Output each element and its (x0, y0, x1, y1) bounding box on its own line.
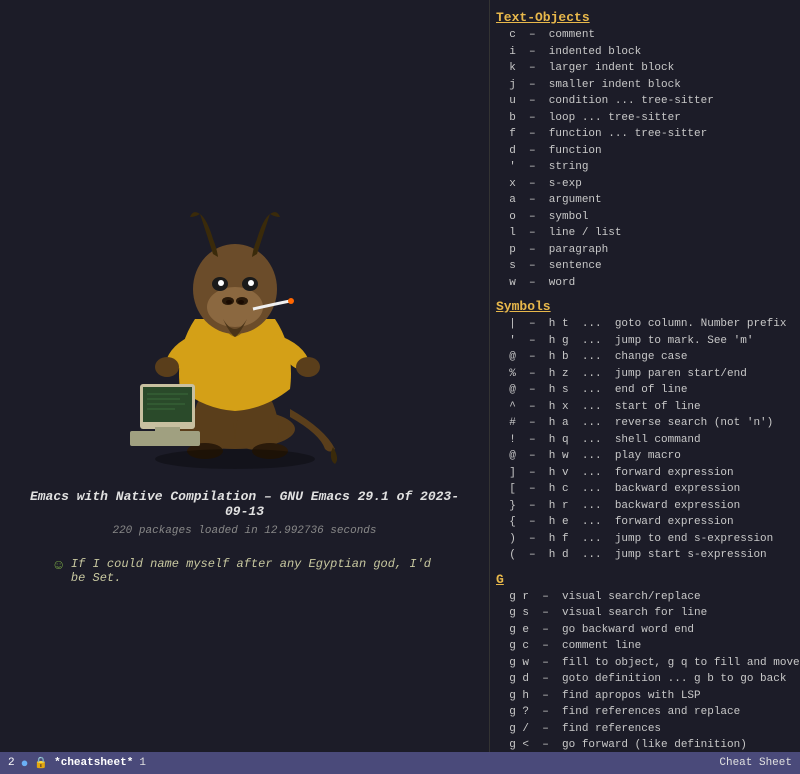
list-item: g r – visual search/replace (496, 589, 794, 606)
status-dot: ● (21, 756, 29, 771)
list-item: f – function ... tree-sitter (496, 126, 794, 143)
list-item: ^ – h x ... start of line (496, 399, 794, 416)
list-item: g / – find references (496, 721, 794, 738)
list-item: d – function (496, 143, 794, 160)
section-list-g: g r – visual search/replace g s – visual… (496, 589, 794, 774)
list-item: [ – h c ... backward expression (496, 481, 794, 498)
list-item: s – sentence (496, 258, 794, 275)
list-item: { – h e ... forward expression (496, 514, 794, 531)
list-item: ( – h d ... jump start s-expression (496, 547, 794, 564)
quote-text: If I could name myself after any Egyptia… (71, 557, 435, 585)
status-right-label: Cheat Sheet (719, 757, 792, 769)
section-title-symbols: Symbols (496, 299, 794, 314)
list-item: g d – goto definition ... g b to go back (496, 671, 794, 688)
list-item: ] – h v ... forward expression (496, 465, 794, 482)
quote-line: ☺ If I could name myself after any Egypt… (55, 557, 435, 585)
list-item: @ – h s ... end of line (496, 382, 794, 399)
list-item: p – paragraph (496, 242, 794, 259)
app-title: Emacs with Native Compilation – GNU Emac… (20, 489, 469, 519)
list-item: k – larger indent block (496, 60, 794, 77)
status-lock-icon: 🔒 (34, 756, 48, 770)
list-item: # – h a ... reverse search (not 'n') (496, 415, 794, 432)
list-item: i – indented block (496, 44, 794, 61)
status-tab-num: 1 (139, 757, 146, 769)
list-item: j – smaller indent block (496, 77, 794, 94)
list-item: g e – go backward word end (496, 622, 794, 639)
list-item: | – h t ... goto column. Number prefix (496, 316, 794, 333)
list-item: g h – find apropos with LSP (496, 688, 794, 705)
list-item: ) – h f ... jump to end s-expression (496, 531, 794, 548)
status-bar: 2 ● 🔒 *cheatsheet* 1 Cheat Sheet (0, 752, 800, 774)
list-item: ! – h q ... shell command (496, 432, 794, 449)
list-item: @ – h b ... change case (496, 349, 794, 366)
status-filename: *cheatsheet* (54, 757, 133, 769)
section-title-text-objects: Text-Objects (496, 10, 794, 25)
list-item: @ – h w ... play macro (496, 448, 794, 465)
list-item: ' – string (496, 159, 794, 176)
list-item: g c – comment line (496, 638, 794, 655)
list-item: u – condition ... tree-sitter (496, 93, 794, 110)
left-panel: Emacs with Native Compilation – GNU Emac… (0, 0, 490, 774)
section-list-symbols: | – h t ... goto column. Number prefix '… (496, 316, 794, 564)
list-item: g ? – find references and replace (496, 704, 794, 721)
list-item: ' – h g ... jump to mark. See 'm' (496, 333, 794, 350)
list-item: b – loop ... tree-sitter (496, 110, 794, 127)
list-item: % – h z ... jump paren start/end (496, 366, 794, 383)
list-item: a – argument (496, 192, 794, 209)
section-list-text-objects: c – comment i – indented block k – large… (496, 27, 794, 291)
list-item: o – symbol (496, 209, 794, 226)
right-panel[interactable]: Text-Objects c – comment i – indented bl… (490, 0, 800, 774)
quote-icon: ☺ (55, 558, 63, 574)
list-item: x – s-exp (496, 176, 794, 193)
list-item: } – h r ... backward expression (496, 498, 794, 515)
list-item: w – word (496, 275, 794, 292)
status-number: 2 (8, 757, 15, 769)
list-item: l – line / list (496, 225, 794, 242)
list-item: g s – visual search for line (496, 605, 794, 622)
list-item: c – comment (496, 27, 794, 44)
list-item: g w – fill to object, g q to fill and mo… (496, 655, 794, 672)
gnu-mascot-image (105, 189, 385, 469)
section-title-g: G (496, 572, 794, 587)
packages-info: 220 packages loaded in 12.992736 seconds (112, 525, 376, 537)
